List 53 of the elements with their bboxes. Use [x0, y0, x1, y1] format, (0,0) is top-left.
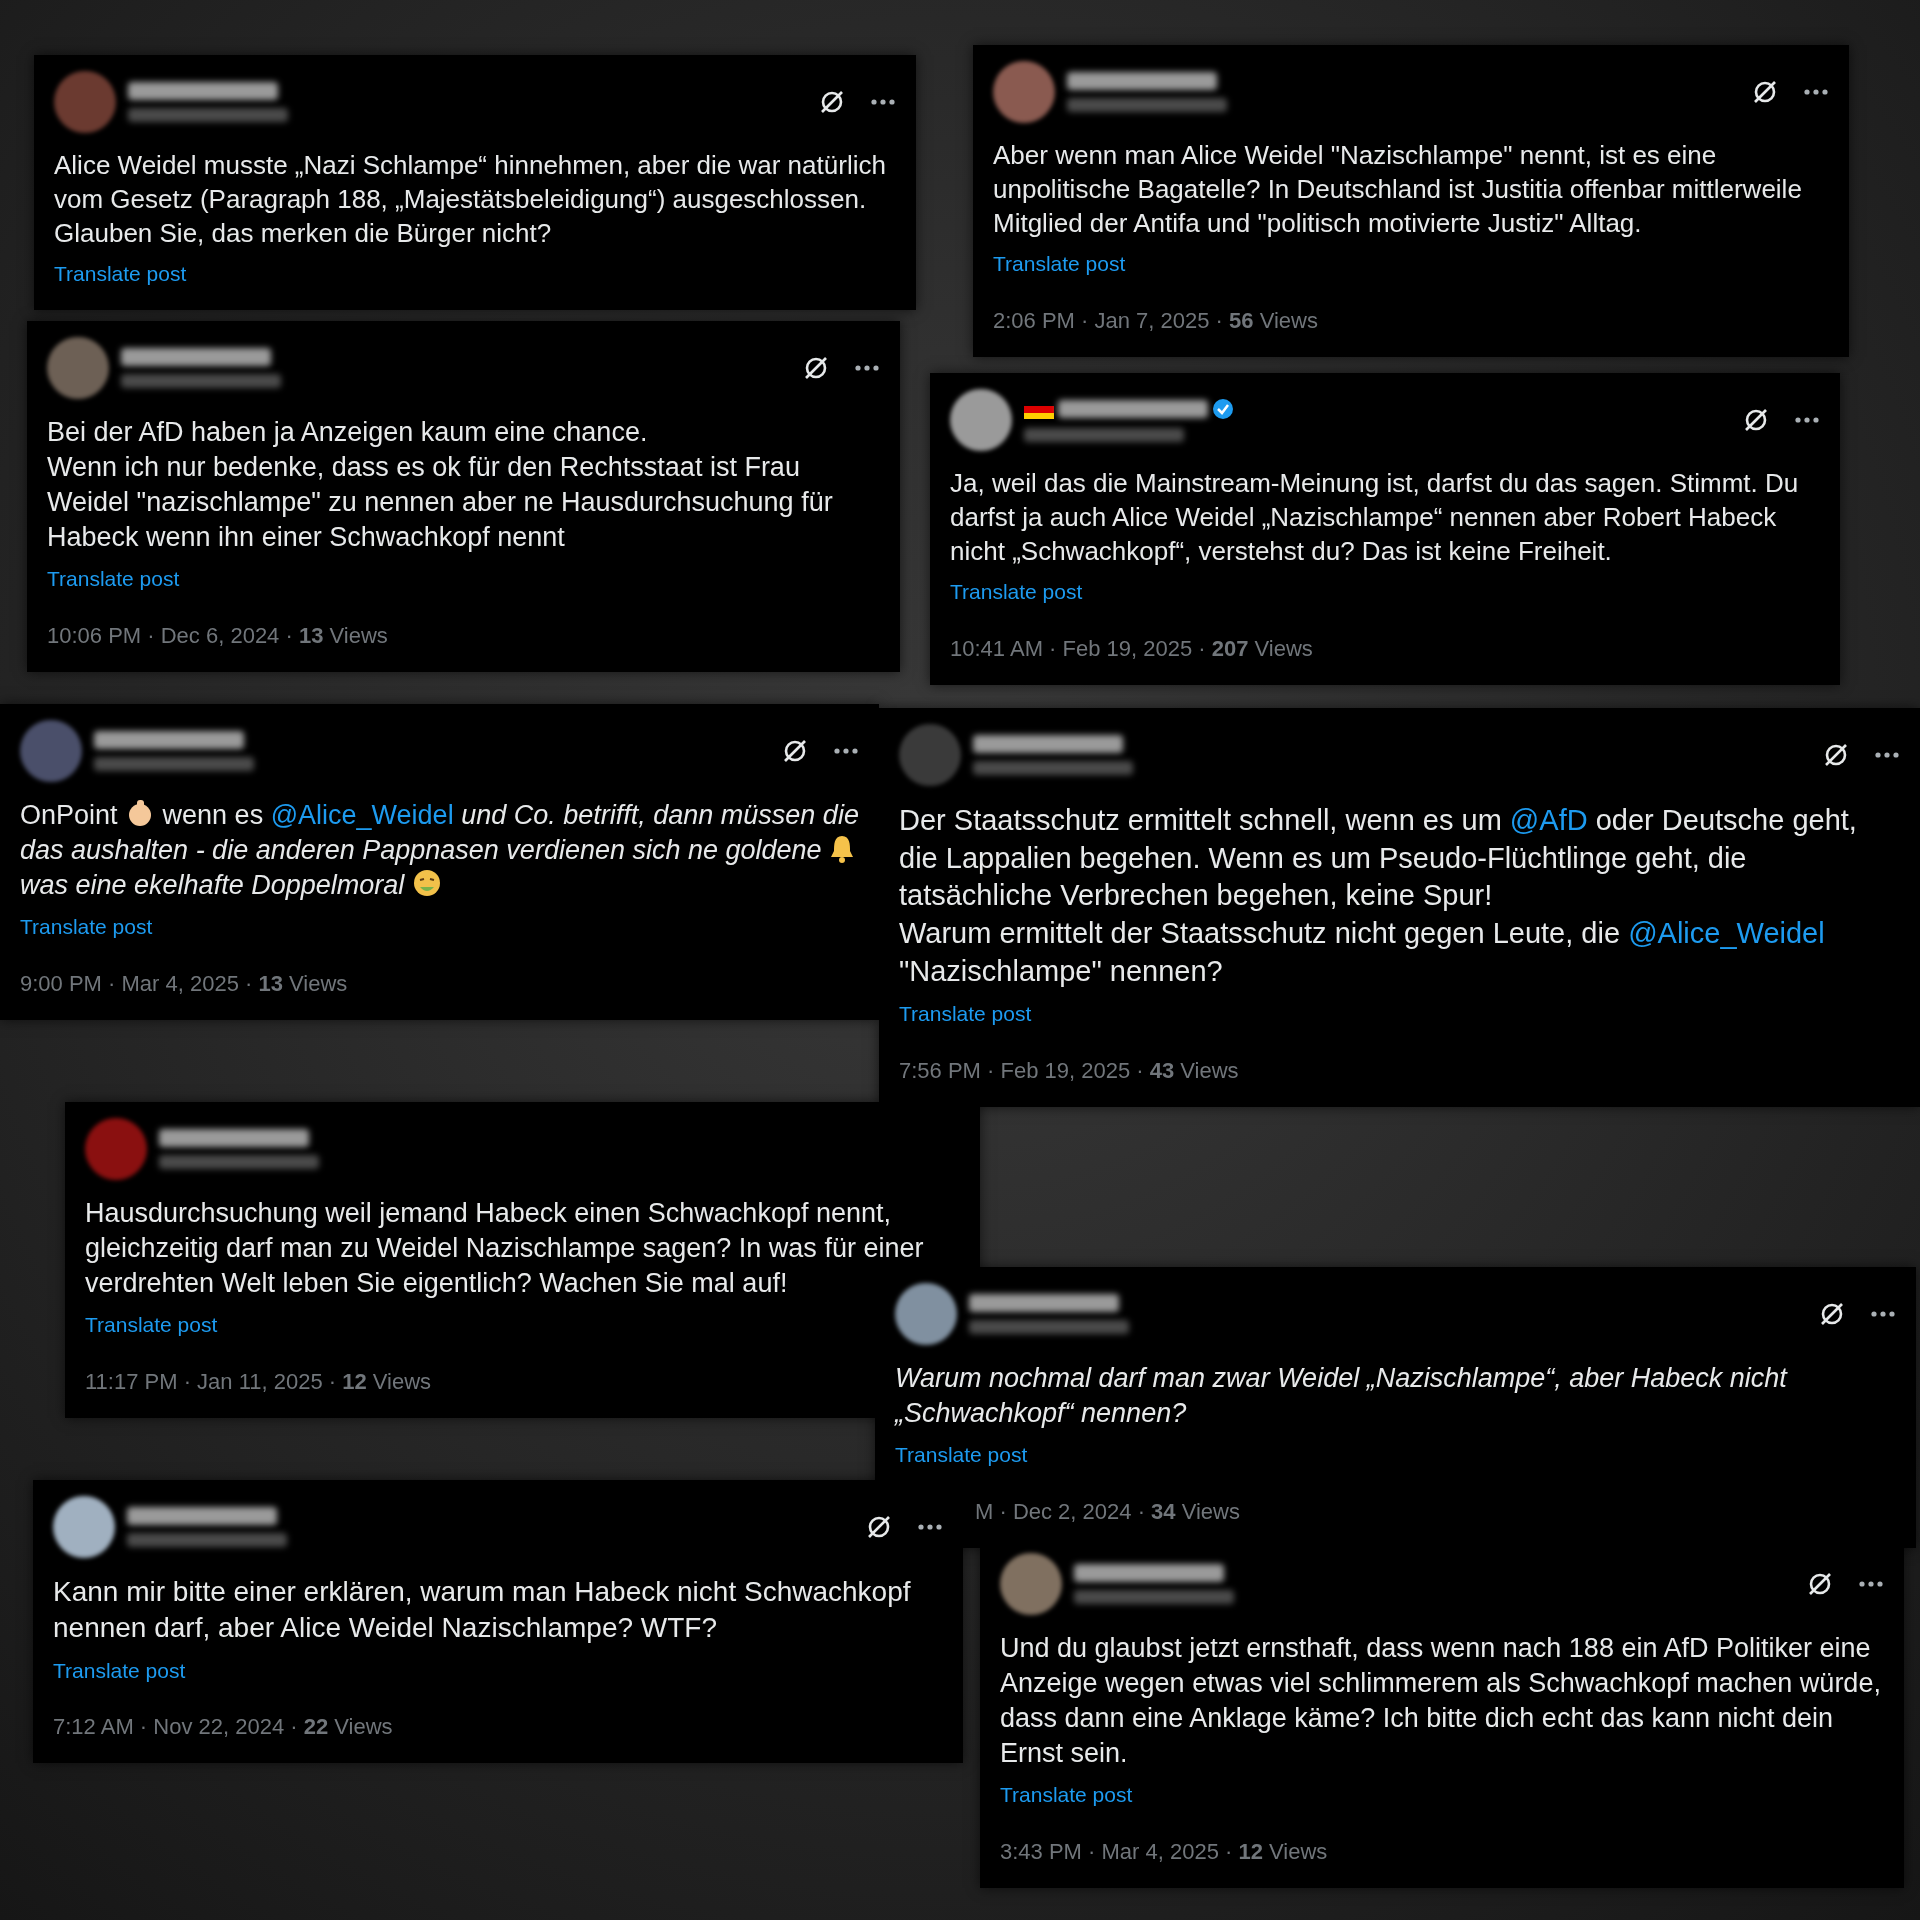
avatar [20, 720, 82, 782]
post-text: Der Staatsschutz ermittelt schnell, wenn es um @AfD oder Deutsche geht, die Lappalien begehen. Wenn es um Pseudo-Flüchtlinge geht, die tatsächliche Verbrechen begehen, keine Spur! Warum ermittelt der Staatsschutz nicht gegen Leute, die @Alice_Weidel "Nazischlampe" nennen? [899, 803, 1858, 989]
mention-link[interactable]: @Alice_Weidel [1628, 917, 1825, 950]
more-options-icon[interactable] [1858, 1580, 1884, 1588]
post-text: Warum nochmal darf man zwar Weidel „Nazischlampe“, aber Habeck nicht „Schwachkopf“ nennen? [895, 1362, 1789, 1431]
more-options-icon[interactable] [1874, 751, 1900, 759]
post-text: Bei der AfD haben ja Anzeigen kaum eine chance. Wenn ich nur bedenke, dass es ok für den Rechtsstaat ist Frau Weidel "nazischlampe" zu nennen aber ne Hausdurchsuchung für Habeck wenn ihn einer Schwachkopf nennt [47, 416, 834, 555]
avatar [53, 1496, 115, 1558]
mention-link[interactable]: @AfD [1509, 804, 1588, 836]
translate-link[interactable]: Translate post [53, 1654, 186, 1687]
nauseated-face-icon [411, 868, 442, 899]
post-text: Hausdurchsuchung weil jemand Habeck einen Schwachkopf nennt, gleichzeitig darf man zu Weidel Nazischlampe sagen? In was für einer verdrehten Welt leben Sie eigentlich? Wachen Sie mal auf! [85, 1197, 925, 1301]
post-meta: M · Dec 2, 2024 · 34 Views [975, 1497, 1240, 1526]
translate-link[interactable]: Translate post [20, 911, 153, 943]
translate-link[interactable]: Translate post [54, 258, 187, 290]
post-meta: 10:41 AM · Feb 19, 2025 · 207 Views [950, 634, 1313, 663]
translate-link[interactable]: Translate post [47, 563, 180, 595]
post-text: Aber wenn man Alice Weidel "Nazischlampe" nennt, ist es eine unpolitische Bagatelle? In Deutschland ist Justitia offenbar mittlerweile Mitglied der Antifa und "politisch motivierte Justiz" Alltag. [993, 139, 1803, 240]
more-options-icon[interactable] [833, 747, 859, 755]
translate-link[interactable]: Translate post [85, 1309, 218, 1341]
translate-link[interactable]: Translate post [895, 1439, 1028, 1471]
mention-link[interactable]: @Alice_Weidel [270, 800, 454, 830]
translate-link[interactable]: Translate post [950, 576, 1083, 608]
avatar [993, 61, 1055, 123]
post-text: Und du glaubst jetzt ernsthaft, dass wenn nach 188 ein AfD Politiker eine Anzeige wegen etwas viel schlimmerem als Schwachkopf machen würde, dass dann eine Anklage käme? Ich bitte dich echt das kann nicht dein Ernst sein. [1000, 1632, 1882, 1771]
post-meta: 3:43 PM · Mar 4, 2025 · 12 Views [1000, 1837, 1328, 1866]
avatar [85, 1118, 147, 1180]
post-meta: 11:17 PM · Jan 11, 2025 · 12 Views [85, 1367, 432, 1396]
post-text: OnPoint wenn es @Alice_Weidel und Co. betrifft, dann müssen die das aushalten - die anderen Pappnasen verdienen sich ne goldene was eine ekelhafte Doppelmoral [20, 798, 859, 903]
post-text: Ja, weil das die Mainstream-Meinung ist, darfst du das sagen. Stimmt. Du darfst ja auch Alice Weidel „Nazischlampe“ nennen aber Robert Habeck nicht „Schwachkopf“, verstehst du? Das ist keine Freiheit. [950, 467, 1800, 568]
more-options-icon[interactable] [917, 1523, 943, 1531]
avatar [54, 71, 116, 133]
avatar [899, 724, 961, 786]
avatar [895, 1283, 957, 1345]
post-text: Alice Weidel musste „Nazi Schlampe“ hinnehmen, aber die war natürlich vom Gesetz (Paragraph 188, „Majestätsbeleidigung“) ausgeschlossen. Glauben Sie, das merken die Bürger nicht? [54, 149, 887, 250]
post-meta: 10:06 PM · Dec 6, 2024 · 13 Views [47, 621, 388, 650]
more-options-icon[interactable] [1803, 88, 1829, 96]
post-meta: 7:56 PM · Feb 19, 2025 · 43 Views [899, 1056, 1239, 1085]
post-text: Kann mir bitte einer erklären, warum man Habeck nicht Schwachkopf nennen darf, aber Alice Weidel Nazischlampe? WTF? [53, 1575, 912, 1646]
translate-link[interactable]: Translate post [1000, 1779, 1133, 1811]
avatar [1000, 1553, 1062, 1615]
avatar [47, 337, 109, 399]
more-options-icon[interactable] [1794, 416, 1820, 424]
avatar [950, 389, 1012, 451]
bell-icon [829, 833, 856, 864]
translate-link[interactable]: Translate post [993, 248, 1126, 280]
translate-link[interactable]: Translate post [899, 998, 1032, 1030]
post-meta: 2:06 PM · Jan 7, 2025 · 56 Views [993, 306, 1318, 335]
post-meta: 9:00 PM · Mar 4, 2025 · 13 Views [20, 969, 348, 998]
more-options-icon[interactable] [870, 98, 896, 106]
more-options-icon[interactable] [1870, 1310, 1896, 1318]
more-options-icon[interactable] [854, 364, 880, 372]
post-meta: 7:12 AM · Nov 22, 2024 · 22 Views [53, 1713, 393, 1742]
